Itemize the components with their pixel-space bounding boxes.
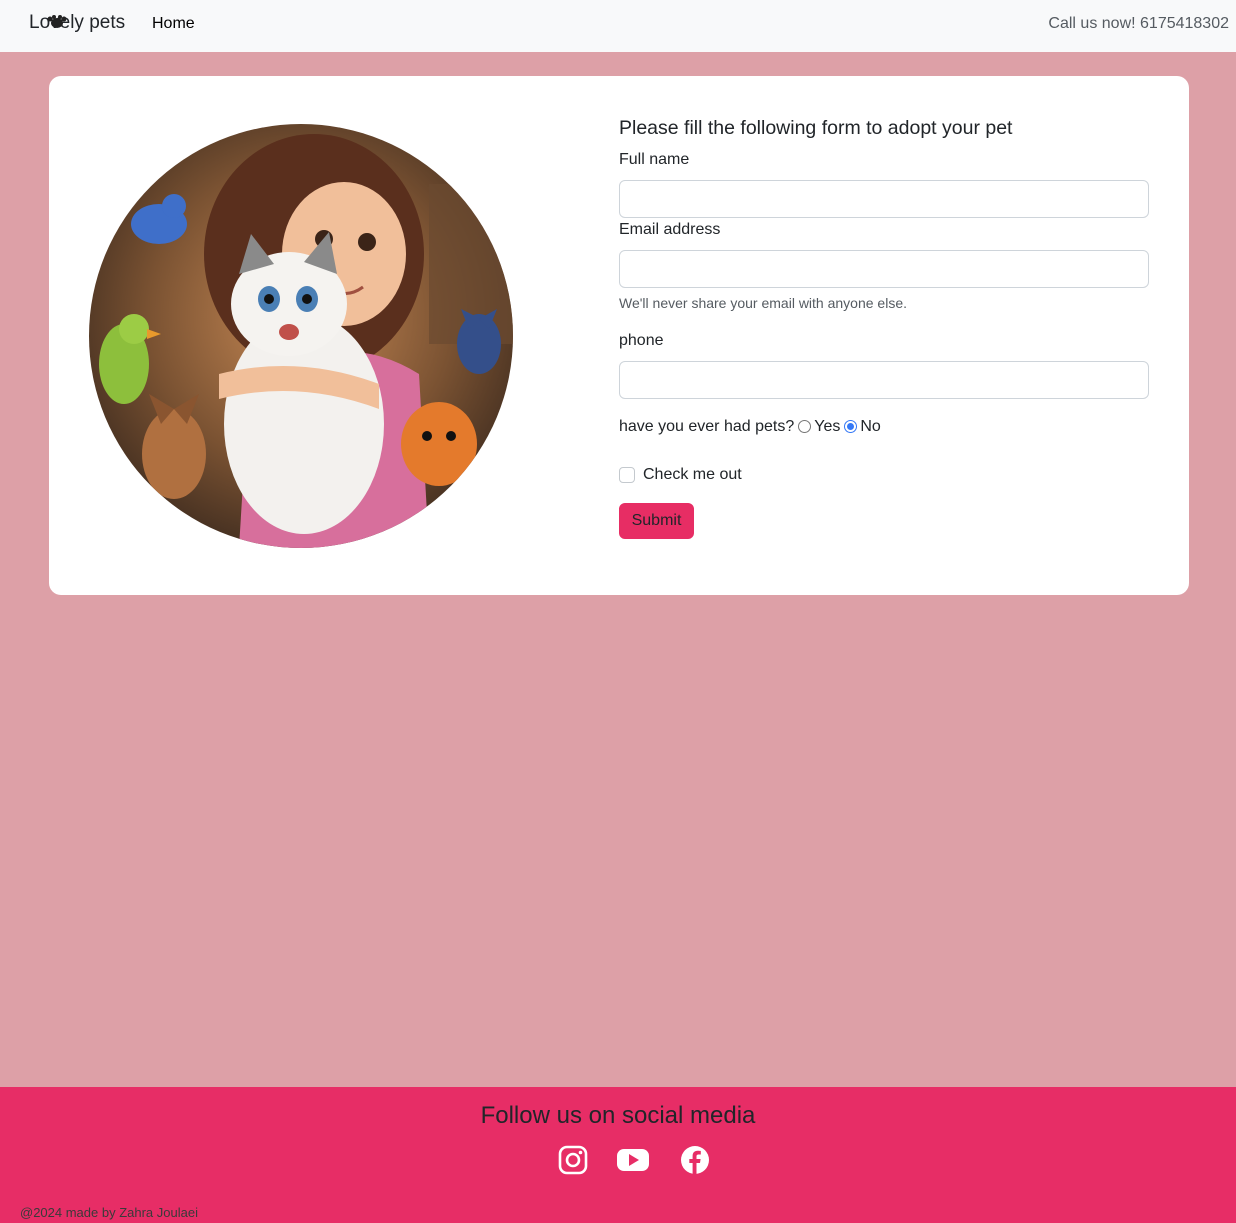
phone-label: phone (619, 332, 664, 349)
pets-question-row: have you ever had pets? Yes No (619, 418, 881, 436)
paw-logo-icon (47, 15, 67, 28)
form-title: Please fill the following form to adopt … (619, 117, 1013, 139)
check-me-out-checkbox[interactable] (619, 467, 635, 483)
copyright-text: @2024 made by Zahra Joulaei (20, 1205, 198, 1220)
facebook-icon[interactable] (680, 1145, 710, 1175)
check-me-out-row: Check me out (619, 466, 742, 484)
youtube-icon[interactable] (616, 1145, 650, 1175)
instagram-icon[interactable] (558, 1145, 588, 1175)
brand-link[interactable]: Lovely pets (29, 12, 125, 34)
submit-button[interactable]: Submit (619, 503, 694, 539)
brand-label: Lovely pets (29, 12, 126, 33)
yes-radio[interactable] (798, 419, 812, 433)
footer-title: Follow us on social media (480, 1102, 756, 1129)
pets-question-label: have you ever had pets? (619, 418, 795, 435)
no-label: No (860, 418, 881, 435)
no-radio[interactable] (844, 419, 858, 433)
check-me-out-label: Check me out (643, 466, 742, 483)
full-name-label: Full name (619, 151, 690, 168)
email-help-text: We'll never share your email with anyone… (619, 295, 907, 311)
email-input[interactable] (619, 250, 1149, 288)
yes-label: Yes (814, 418, 841, 435)
call-us-text: Call us now! 6175418302 (1048, 15, 1229, 32)
adoption-card: Please fill the following form to adopt … (49, 76, 1189, 595)
full-name-input[interactable] (619, 180, 1149, 218)
navbar: Lovely pets Home Call us now! 6175418302 (0, 0, 1236, 52)
footer: Follow us on social media @2024 made by … (0, 1087, 1236, 1223)
phone-input[interactable] (619, 361, 1149, 399)
girl-with-pets-image (89, 124, 513, 548)
nav-home-link[interactable]: Home (152, 15, 195, 33)
email-label: Email address (619, 221, 721, 238)
